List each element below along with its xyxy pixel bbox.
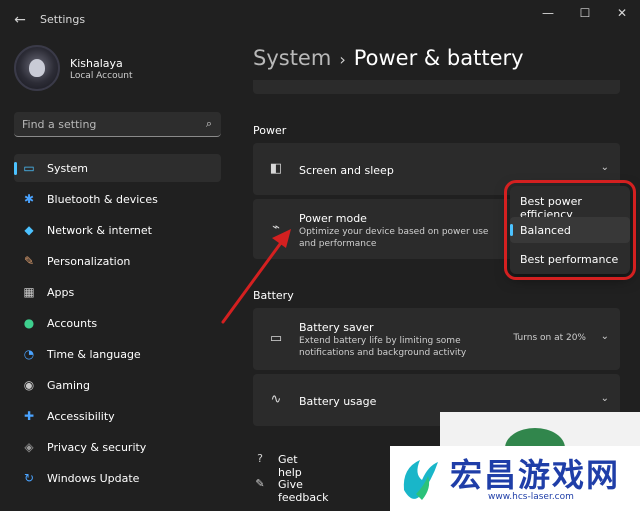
watermark-title: 宏昌游戏网 [450,456,621,494]
watermark-url: www.hcs-laser.com [488,492,574,502]
watermark-logo-icon [403,460,438,500]
